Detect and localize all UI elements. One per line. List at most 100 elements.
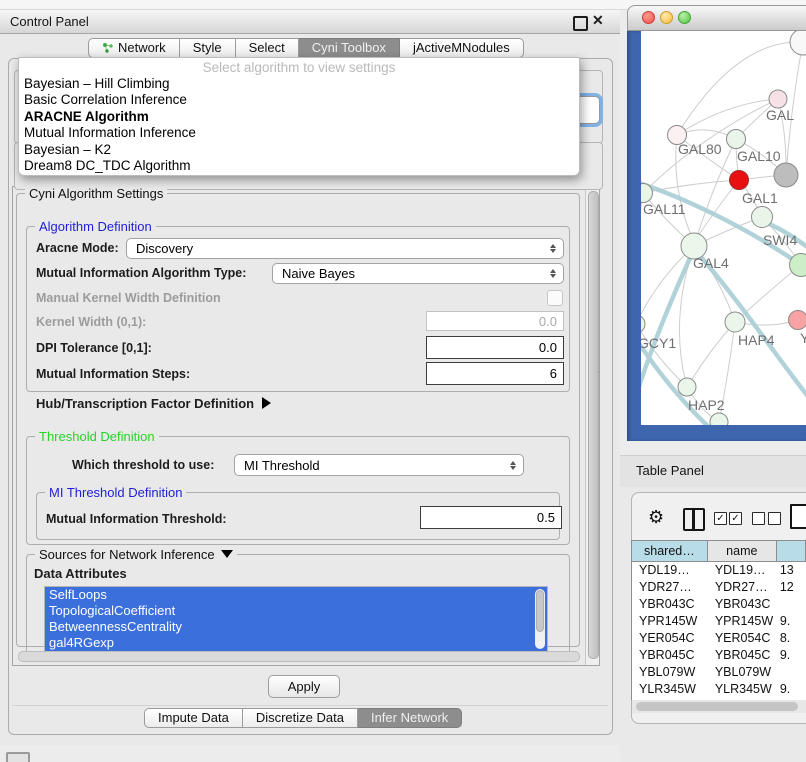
gear-icon[interactable]: ⚙ [648,506,664,528]
network-icon [102,42,114,54]
group-title: Sources for Network Inference [35,547,237,562]
table-row[interactable]: YER054CYER054C8. [632,630,806,647]
node-label: HAP4 [738,332,775,348]
tab-select[interactable]: Select [236,38,299,58]
scrollbar-thumb[interactable] [588,191,599,659]
select-all-checkbox-icon[interactable]: ✓ [729,512,742,525]
algorithm-option[interactable]: Dream8 DC_TDC Algorithm [19,158,579,174]
dock-panel-icon[interactable] [6,752,30,762]
mi-threshold-field[interactable]: 0.5 [420,506,562,529]
network-canvas[interactable]: GAL GAL80 GAL10 GAL1 GAL11 SWI4 GAL4 GCY… [641,31,806,425]
aracne-mode-combobox[interactable]: Discovery [126,238,564,259]
column-header-shared-name[interactable]: shared… [632,541,708,561]
node-salmon[interactable] [789,311,806,330]
tab-style[interactable]: Style [180,38,236,58]
mi-algorithm-type-combobox[interactable]: Naive Bayes [272,263,564,284]
node-table: shared… name YDL19…YDL19…13 YDR27…YDR27…… [631,540,806,700]
columns-icon[interactable] [683,508,705,531]
node-gcy1[interactable] [641,315,645,333]
table-row[interactable]: YDR27…YDR27…12 [632,579,806,596]
algorithm-option[interactable]: Bayesian – K2 [19,142,579,158]
node-hap2[interactable] [678,378,696,396]
node-bottom[interactable] [710,413,728,425]
algorithm-option-selected[interactable]: ARACNE Algorithm [19,109,579,125]
network-edges-highlighted [641,181,806,425]
node-swi4[interactable] [752,207,773,228]
table-row[interactable]: YBL079WYBL079W [632,664,806,681]
attribute-item-selected[interactable]: gal4RGexp [45,635,547,651]
algorithm-dropdown-popup: Select algorithm to view settings Bayesi… [18,57,580,176]
table-row[interactable]: YBR045CYBR045C9. [632,647,806,664]
window-zoom-button[interactable] [678,11,691,24]
node-label: GAL4 [693,255,729,271]
algorithm-option[interactable]: Mutual Information Inference [19,125,579,141]
node-gal1[interactable] [730,171,749,190]
hub-definition-expander[interactable]: Hub/Transcription Factor Definition [36,396,271,411]
dropdown-placeholder: Select algorithm to view settings [19,59,579,76]
bottom-tabbar: Impute Data Discretize Data Infer Networ… [144,708,462,728]
attribute-item-selected[interactable]: SelfLoops [45,587,547,603]
scrollbar-thumb[interactable] [636,702,798,711]
tab-cyni-toolbox[interactable]: Cyni Toolbox [299,38,400,58]
node-gal10[interactable] [727,130,746,149]
manual-kernel-width-checkbox[interactable] [547,290,563,306]
mi-steps-field[interactable]: 6 [426,362,564,385]
tab-jactivemnodules[interactable]: jActiveMNodules [400,38,524,58]
group-title: Cyni Algorithm Settings [25,186,167,201]
column-header-name[interactable]: name [708,541,777,561]
algorithm-option[interactable]: Bayesian – Hill Climbing [19,76,579,92]
deselect-all-checkbox-icon[interactable] [752,512,765,525]
node-label: Y [800,330,806,346]
data-attributes-list[interactable]: SelfLoops TopologicalCoefficient Between… [44,586,548,652]
algorithm-option[interactable]: Basic Correlation Inference [19,92,579,108]
export-table-icon[interactable] [790,504,806,529]
dpi-tolerance-label: DPI Tolerance [0,1]: [36,341,152,355]
horizontal-scrollbar-thumb[interactable] [18,651,580,662]
window-minimize-button[interactable] [660,11,673,24]
apply-button[interactable]: Apply [268,675,340,698]
table-row[interactable]: YPR145WYPR145W9. [632,613,806,630]
list-scrollbar[interactable] [535,589,545,649]
mi-threshold-label: Mutual Information Threshold: [46,512,227,526]
attribute-item-selected[interactable]: TopologicalCoefficient [45,603,547,619]
combo-arrows-icon [545,269,563,278]
collapse-sources-icon[interactable] [221,550,233,558]
float-panel-icon[interactable] [573,16,588,31]
tab-infer-network[interactable]: Infer Network [358,708,462,728]
application-window: Control Panel ✕ Network Style Select Cyn… [0,0,806,762]
close-icon[interactable]: ✕ [592,12,604,29]
select-all-checkbox-icon[interactable]: ✓ [714,512,727,525]
splitter-handle-icon[interactable]: ˆ [597,371,600,382]
network-graph: GAL GAL80 GAL10 GAL1 GAL11 SWI4 GAL4 GCY… [641,31,806,425]
tab-discretize-data[interactable]: Discretize Data [243,708,358,728]
node-gray[interactable] [774,163,798,187]
tab-impute-data[interactable]: Impute Data [144,708,243,728]
column-header-cut[interactable] [777,541,806,561]
control-panel-tabbar: Network Style Select Cyni Toolbox jActiv… [88,38,524,58]
vertical-scrollbar[interactable] [585,187,599,665]
table-panel-title: Table Panel [636,463,704,478]
control-panel-titlebar [0,10,620,34]
dpi-tolerance-field[interactable]: 0.0 [426,336,564,359]
scrollbar-thumb[interactable] [536,590,544,632]
window-close-button[interactable] [642,11,655,24]
deselect-all-checkbox-icon[interactable] [768,512,781,525]
table-row[interactable]: YDL19…YDL19…13 [632,562,806,579]
node-hap4[interactable] [725,312,745,332]
kernel-width-field[interactable]: 0.0 [426,311,564,331]
table-row[interactable]: YBR043CYBR043C [632,596,806,613]
table-horizontal-scrollbar[interactable] [632,700,806,713]
node-label: GAL1 [742,190,778,206]
attribute-item-selected[interactable]: BetweennessCentrality [45,619,547,635]
control-panel-title: Control Panel [10,14,89,29]
expand-hub-icon[interactable] [262,397,271,409]
group-title: Threshold Definition [35,429,159,444]
aracne-mode-label: Aracne Mode: [36,241,119,255]
table-row[interactable]: YLR345WYLR345W9. [632,681,806,698]
node[interactable] [790,31,806,55]
node-label: GAL10 [737,148,781,164]
tab-network[interactable]: Network [88,38,180,58]
table-header-row: shared… name [632,540,806,562]
which-threshold-combobox[interactable]: MI Threshold [234,454,524,476]
node-gal-top[interactable] [769,90,787,108]
